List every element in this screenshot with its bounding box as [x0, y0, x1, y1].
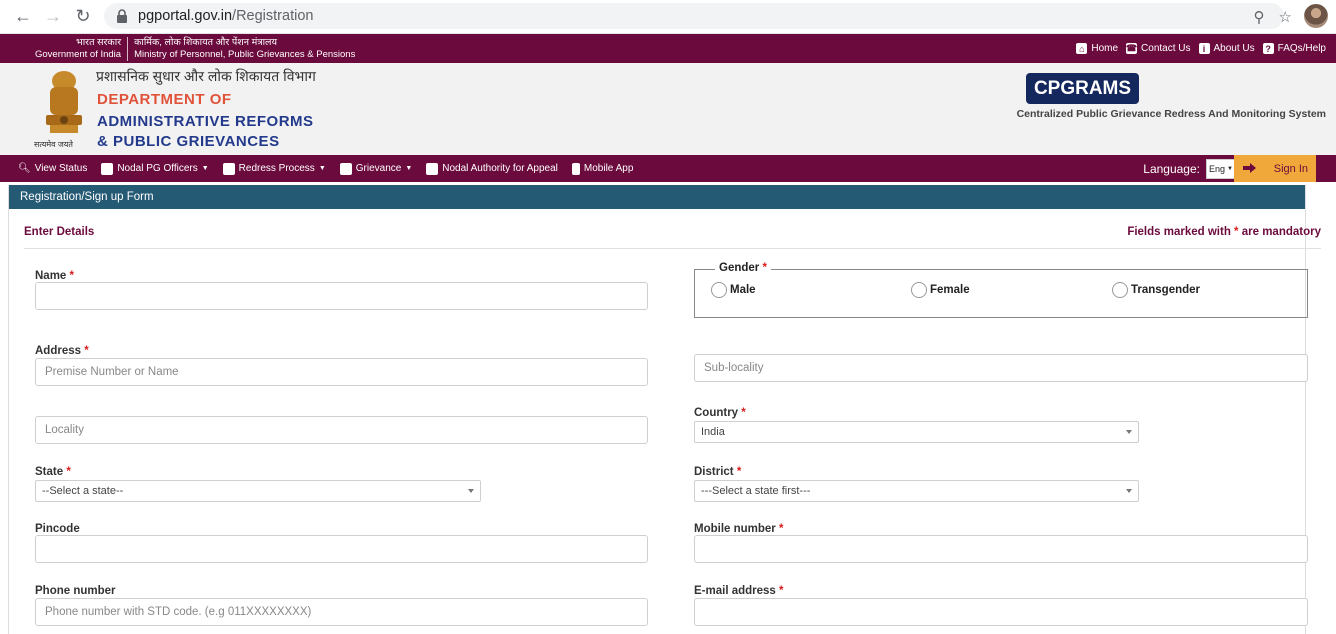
name-input[interactable]: [35, 282, 648, 310]
menu-mobile-app[interactable]: Mobile App: [571, 162, 633, 175]
country-label: Country *: [694, 407, 746, 419]
info-icon: i: [1198, 43, 1210, 54]
contact-us-link[interactable]: ☎ Contact Us: [1125, 43, 1191, 54]
locality-input[interactable]: [35, 416, 648, 444]
cpgrams-logo: CPGRAMS: [1026, 73, 1139, 104]
caret-down-icon: ▼: [405, 165, 413, 172]
sublocality-input[interactable]: [694, 354, 1308, 382]
ministry-hindi: कार्मिक, लोक शिकायत और पेंशन मंत्रालय: [134, 36, 277, 48]
cpgrams-tagline: Centralized Public Grievance Redress And…: [1016, 108, 1326, 120]
pincode-label: Pincode: [35, 523, 80, 535]
dept-name-hindi: प्रशासनिक सुधार और लोक शिकायत विभाग: [96, 68, 316, 84]
country-select[interactable]: India: [694, 421, 1139, 443]
dropdown-arrow-icon: [1126, 489, 1132, 493]
language-label: Language:: [1143, 162, 1200, 176]
forward-arrow-icon[interactable]: →: [40, 4, 66, 30]
group-icon: [426, 162, 439, 175]
search-icon: 🔍︎: [18, 163, 31, 174]
home-icon: ⌂: [1076, 43, 1088, 54]
dropdown-arrow-icon: [1126, 430, 1132, 434]
sign-in-icon: [1243, 163, 1256, 173]
mobile-input[interactable]: [694, 535, 1308, 563]
help-icon: ?: [1262, 43, 1274, 54]
state-label: State *: [35, 466, 71, 478]
caret-down-icon: ▼: [1227, 166, 1233, 172]
back-arrow-icon[interactable]: ←: [10, 4, 36, 30]
district-select[interactable]: ---Select a state first---: [694, 480, 1139, 502]
emblem-motto: सत्यमेव जयते: [34, 140, 73, 149]
menu-grievance[interactable]: Grievance ▼: [339, 162, 413, 175]
section-title: Enter Details: [24, 226, 95, 238]
email-label: E-mail address *: [694, 585, 784, 597]
divider: [24, 248, 1321, 249]
name-label: Name *: [35, 270, 75, 282]
gender-fieldset: Gender * Male Female Transgender: [694, 262, 1308, 318]
mobile-icon: [571, 162, 580, 175]
ministry-english: Ministry of Personnel, Public Grievances…: [134, 48, 356, 60]
officer-icon: [101, 162, 114, 175]
radio-circle[interactable]: [1112, 282, 1128, 298]
gender-male-radio[interactable]: Male: [711, 282, 756, 298]
state-select[interactable]: --Select a state--: [35, 480, 481, 502]
district-label: District *: [694, 466, 742, 478]
email-input[interactable]: [694, 598, 1308, 626]
premise-input[interactable]: [35, 358, 648, 386]
menu-nodal-authority-appeal[interactable]: Nodal Authority for Appeal: [426, 162, 558, 175]
address-bar[interactable]: pgportal.gov.in/Registration: [104, 3, 1284, 29]
url-path: /Registration: [232, 8, 314, 24]
zoom-icon[interactable]: ⚲: [1254, 8, 1265, 26]
address-label: Address *: [35, 345, 89, 357]
radio-circle[interactable]: [911, 282, 927, 298]
gender-female-radio[interactable]: Female: [911, 282, 970, 298]
home-link[interactable]: ⌂ Home: [1076, 43, 1118, 54]
registration-panel: Registration/Sign up Form Enter Details …: [8, 185, 1321, 634]
menu-view-status[interactable]: 🔍︎ View Status: [18, 163, 87, 174]
menu-redress-process[interactable]: Redress Process ▼: [222, 162, 326, 175]
url-host: pgportal.gov.in: [138, 8, 233, 24]
phone-icon: ☎: [1125, 43, 1138, 54]
reload-icon[interactable]: ↻: [70, 4, 96, 30]
bookmark-star-icon[interactable]: ☆: [1279, 8, 1292, 26]
menu-nodal-pg-officers[interactable]: Nodal PG Officers ▼: [101, 162, 209, 175]
panel-title: Registration/Sign up Form: [9, 185, 1305, 209]
dropdown-arrow-icon: [468, 489, 474, 493]
lock-icon: [117, 9, 127, 23]
dept-name-line1: DEPARTMENT OF: [97, 91, 232, 108]
gender-label: Gender *: [715, 262, 771, 274]
profile-avatar[interactable]: [1304, 4, 1328, 28]
main-menu: 🔍︎ View Status Nodal PG Officers ▼ Redress…: [0, 155, 1336, 182]
gov-english: Government of India: [35, 48, 122, 60]
dept-name-line2: ADMINISTRATIVE REFORMS: [97, 113, 314, 130]
road-icon: [222, 162, 235, 175]
national-emblem-icon: [46, 71, 82, 133]
dept-name-line3: & PUBLIC GRIEVANCES: [97, 133, 280, 150]
gov-hindi: भारत सरकार: [76, 36, 122, 48]
caret-down-icon: ▼: [318, 165, 326, 172]
pincode-input[interactable]: [35, 535, 648, 563]
site-header: सत्यमेव जयते प्रशासनिक सुधार और लोक शिका…: [0, 63, 1336, 155]
gender-transgender-radio[interactable]: Transgender: [1112, 282, 1200, 298]
phone-input[interactable]: [35, 598, 648, 626]
mobile-label: Mobile number *: [694, 523, 784, 535]
language-select[interactable]: Eng ▼: [1206, 159, 1236, 179]
about-us-link[interactable]: i About Us: [1198, 43, 1255, 54]
clipboard-icon: [339, 162, 352, 175]
phone-label: Phone number: [35, 585, 116, 597]
radio-circle[interactable]: [711, 282, 727, 298]
gov-topbar: भारत सरकार Government of India कार्मिक, …: [0, 34, 1336, 63]
sign-in-button[interactable]: Sign In: [1234, 155, 1316, 182]
browser-toolbar: ← → ↻ pgportal.gov.in/Registration ⚲ ☆: [0, 0, 1336, 34]
caret-down-icon: ▼: [201, 165, 209, 172]
faq-help-link[interactable]: ? FAQs/Help: [1262, 43, 1326, 54]
mandatory-note: Fields marked with * are mandatory: [1127, 226, 1321, 238]
